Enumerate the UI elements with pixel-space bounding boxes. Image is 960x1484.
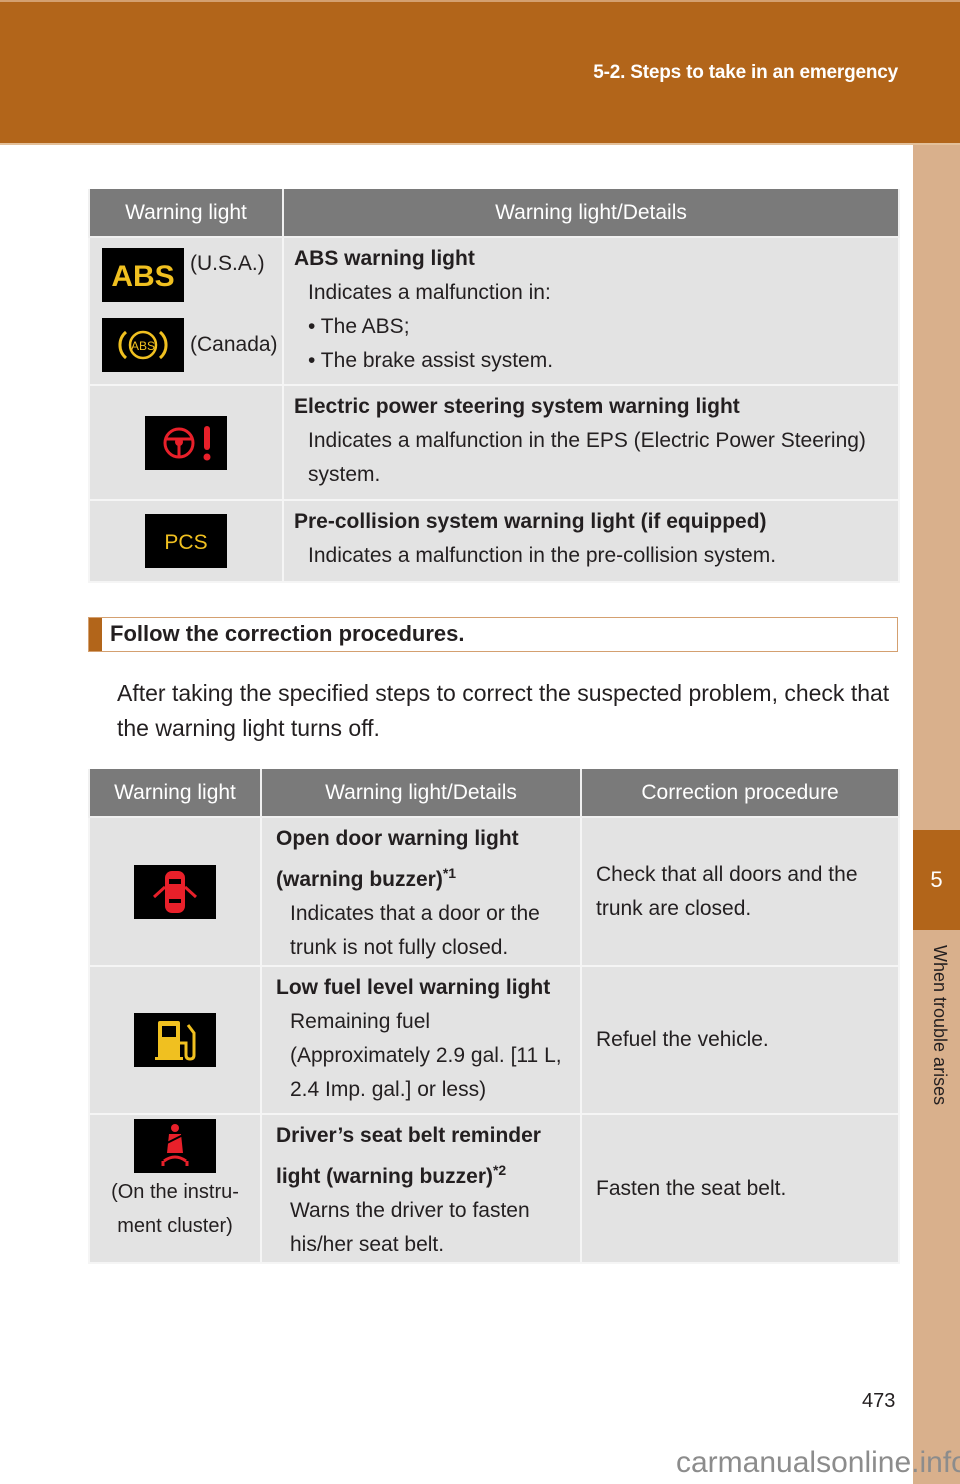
details-cell: Driver’s seat belt reminder light (warni… (260, 1113, 582, 1264)
header-divider (0, 143, 960, 145)
svg-text:PCS: PCS (164, 531, 207, 554)
procedure-cell: Fasten the seat belt. (580, 1113, 900, 1264)
details-cell: Open door warning light (warning buzzer)… (260, 816, 582, 967)
seat-belt-reminder-icon (134, 1119, 216, 1173)
details-cell: Electric power steering system warning l… (282, 384, 900, 501)
warning-title-text: Driver’s seat belt reminder light (warni… (276, 1124, 541, 1188)
detail-line: Indicates a malfunction in the pre-colli… (308, 544, 777, 567)
heading-accent-bar (89, 618, 102, 651)
procedure-cell: Refuel the vehicle. (580, 965, 900, 1115)
detail-line: • The brake assist system. (308, 349, 554, 372)
chapter-number: 5 (913, 830, 960, 930)
warning-lights-table: Warning light Warning light/Details ABS … (88, 189, 900, 583)
table-row: ABS (U.S.A.) ABS (Canada) ABS warning li… (88, 236, 900, 386)
table-header-row: Warning light Warning light/Details (88, 189, 900, 238)
warning-title: Electric power steering system warning l… (294, 395, 740, 418)
table-row: Electric power steering system warning l… (88, 384, 900, 501)
pcs-warning-icon: PCS (145, 514, 227, 568)
detail-line: Remaining fuel (Approximately 2.9 gal. [… (290, 1010, 562, 1101)
detail-line: Indicates a malfunction in: (308, 281, 551, 304)
warning-title: ABS warning light (294, 247, 475, 270)
column-header: Warning light (88, 189, 284, 238)
abs-usa-icon: ABS (102, 248, 184, 302)
icon-cell (88, 816, 262, 967)
warning-title: Low fuel level warning light (276, 976, 551, 999)
intro-paragraph: After taking the specified steps to corr… (117, 680, 890, 741)
icon-cell (88, 384, 284, 501)
abs-canada-icon: ABS (102, 318, 184, 372)
footnote-marker: *1 (442, 865, 457, 881)
section-title: 5-2. Steps to take in an emergency (593, 62, 898, 83)
detail-line: Indicates that a door or the trunk is no… (290, 902, 540, 959)
table-header-row: Warning light Warning light/Details Corr… (88, 769, 900, 818)
svg-text:ABS: ABS (111, 260, 174, 293)
details-cell: Low fuel level warning light Remaining f… (260, 965, 582, 1115)
icon-caption: (On the instru-ment cluster) (111, 1181, 239, 1237)
page-header: 5-2. Steps to take in an emergency (0, 0, 960, 143)
region-caption: (Canada) (190, 333, 278, 356)
detail-line: Indicates a malfunction in the EPS (Elec… (308, 429, 866, 486)
warning-title: Driver’s seat belt reminder light (warni… (276, 1119, 572, 1194)
warning-title-text: Open door warning light (warning buzzer) (276, 827, 519, 891)
detail-line: Warns the driver to fasten his/her seat … (290, 1199, 530, 1256)
table-row: Open door warning light (warning buzzer)… (88, 816, 900, 967)
details-cell: Pre-collision system warning light (if e… (282, 499, 900, 583)
column-header: Warning light/Details (282, 189, 900, 238)
chapter-side-tab (913, 145, 960, 1484)
column-header: Warning light/Details (260, 769, 582, 818)
warning-title: Open door warning light (warning buzzer)… (276, 822, 572, 897)
icon-cell: ABS (U.S.A.) ABS (Canada) (88, 236, 284, 386)
column-header: Warning light (88, 769, 262, 818)
correction-procedure-table: Warning light Warning light/Details Corr… (88, 769, 900, 1264)
procedure-cell: Check that all doors and the trunk are c… (580, 816, 900, 967)
icon-cell (88, 965, 262, 1115)
section-heading: Follow the correction procedures. (88, 617, 898, 652)
page-number: 473 (862, 1390, 896, 1412)
column-header: Correction procedure (580, 769, 900, 818)
watermark: carmanualsonline.info (676, 1446, 960, 1479)
warning-title: Pre-collision system warning light (if e… (294, 510, 767, 533)
detail-line: • The ABS; (308, 315, 410, 338)
power-steering-warning-icon (145, 415, 227, 470)
region-caption: (U.S.A.) (190, 252, 265, 275)
details-cell: ABS warning light Indicates a malfunctio… (282, 236, 900, 386)
icon-cell: PCS (88, 499, 284, 583)
table-row: PCS Pre-collision system warning light (… (88, 499, 900, 583)
chapter-label: When trouble arises (930, 945, 950, 1106)
footnote-marker: *2 (492, 1162, 507, 1178)
open-door-icon (134, 864, 216, 919)
table-row: Low fuel level warning light Remaining f… (88, 965, 900, 1115)
table-row: (On the instru-ment cluster) Driver’s se… (88, 1113, 900, 1264)
low-fuel-icon (134, 1013, 216, 1067)
svg-text:ABS: ABS (131, 339, 155, 353)
icon-cell: (On the instru-ment cluster) (88, 1113, 262, 1264)
section-heading-text: Follow the correction procedures. (110, 621, 465, 646)
